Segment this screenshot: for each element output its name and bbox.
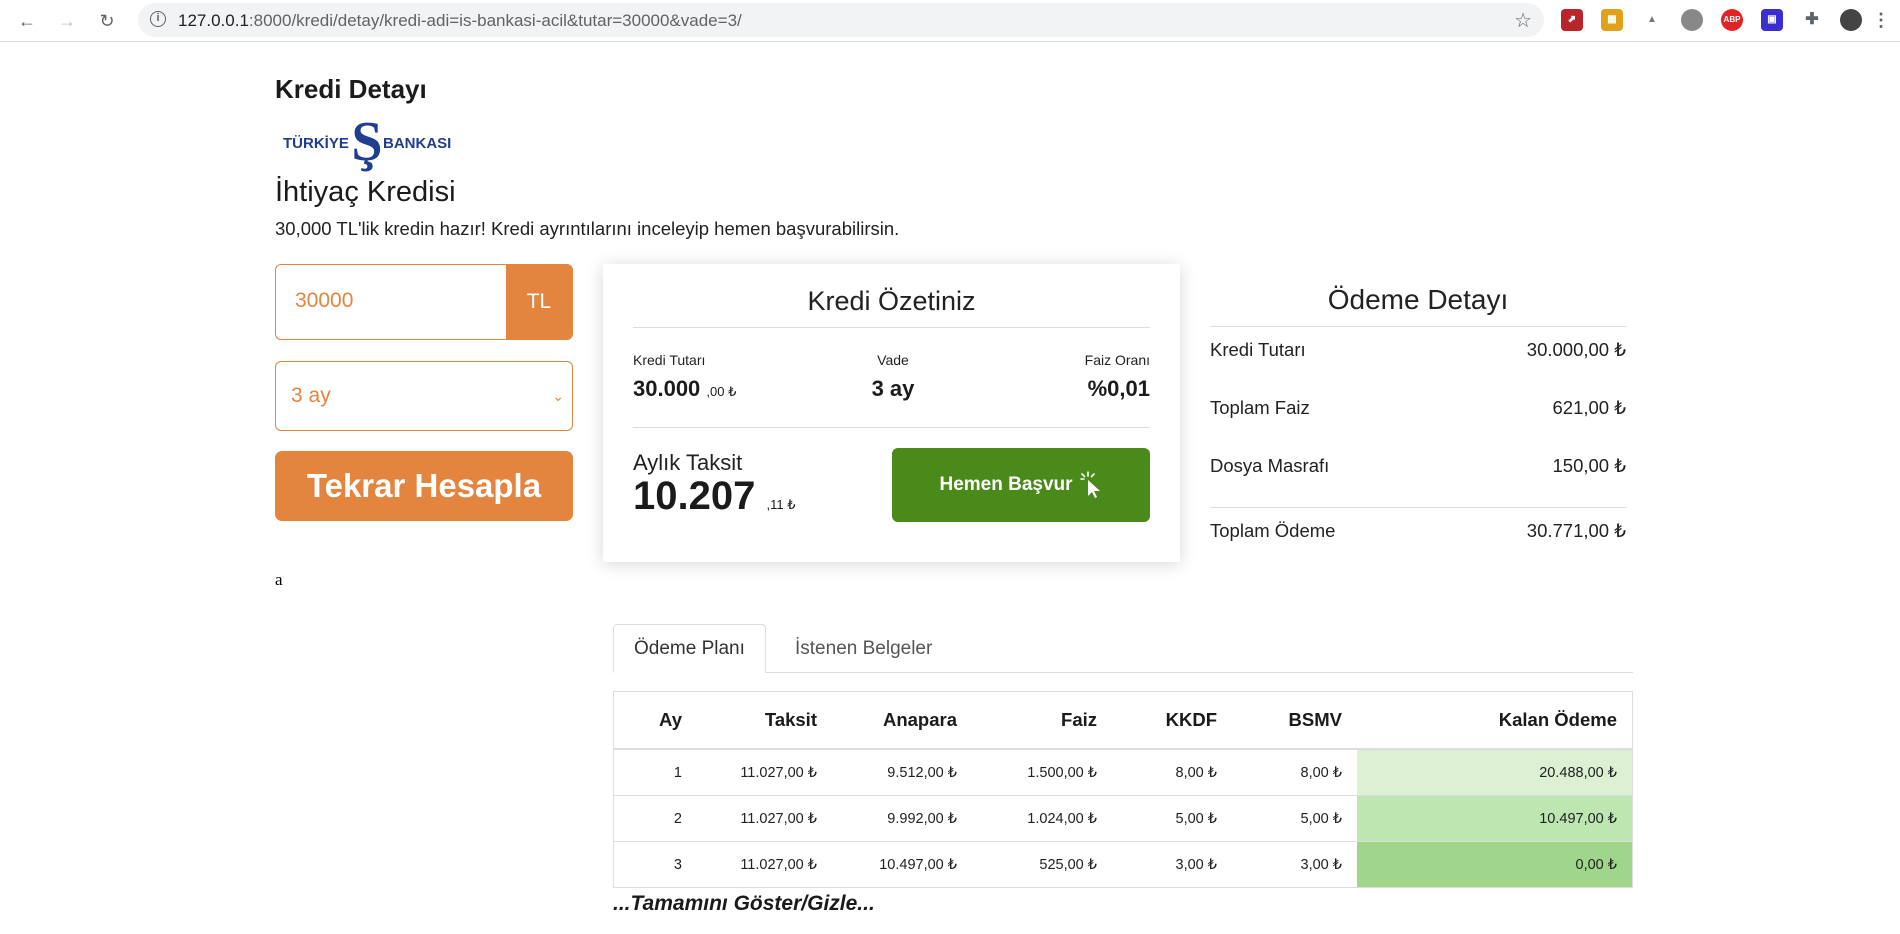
bank-logo-left-text: TÜRKİYE	[283, 135, 349, 152]
term-select[interactable]: 3 ay ⌄	[275, 361, 573, 431]
extension-icon-2[interactable]: ▦	[1601, 9, 1623, 31]
table-header-row: Ay Taksit Anapara Faiz KKDF BSMV Kalan Ö…	[613, 691, 1633, 750]
reload-icon[interactable]: ↻	[94, 8, 120, 34]
col-bsmv: BSMV	[1232, 691, 1357, 750]
show-hide-all-link[interactable]: ...Tamamını Göster/Gizle...	[613, 892, 875, 916]
col-installment: Taksit	[697, 691, 832, 750]
menu-icon[interactable]: ⋮	[1872, 9, 1890, 31]
col-month: Ay	[613, 691, 697, 750]
cell-bsmv: 3,00 ₺	[1232, 841, 1357, 888]
cell-principal: 10.497,00 ₺	[832, 841, 972, 888]
back-icon[interactable]: ←	[14, 8, 40, 34]
tab-required-documents[interactable]: İstenen Belgeler	[775, 624, 952, 673]
site-info-icon[interactable]: i	[150, 11, 166, 27]
bookmark-star-icon[interactable]: ☆	[1514, 8, 1532, 33]
payment-row-loan-amount: Kredi Tutarı 30.000,00 ₺	[1210, 339, 1626, 360]
cell-installment: 11.027,00 ₺	[697, 795, 832, 842]
cell-interest: 1.500,00 ₺	[972, 748, 1112, 796]
cell-remaining: 0,00 ₺	[1357, 841, 1633, 888]
summary-rate: %0,01	[1087, 376, 1150, 401]
cell-kkdf: 5,00 ₺	[1112, 795, 1232, 842]
url-text[interactable]: 127.0.0.1:8000/kredi/detay/kredi-adi=is-…	[178, 11, 742, 31]
bank-logo-right-text: BANKASI	[383, 135, 451, 152]
stray-text: a	[275, 570, 283, 589]
cell-principal: 9.992,00 ₺	[832, 795, 972, 842]
extension-icon-1[interactable]: ⬈	[1561, 9, 1583, 31]
cell-month: 2	[613, 795, 697, 842]
payment-row-total-payment: Toplam Ödeme 30.771,00 ₺	[1210, 520, 1626, 541]
summary-amount: 30.000 ,00 ₺	[633, 376, 737, 401]
extension-icon-5[interactable]: ▣	[1761, 9, 1783, 31]
cell-month: 3	[613, 841, 697, 888]
summary-term-label: Vade	[877, 352, 909, 368]
extension-icon-3[interactable]: ▲	[1641, 9, 1663, 31]
monthly-installment-value: 10.207 ,11 ₺	[633, 474, 796, 518]
apply-now-button[interactable]: Hemen Başvur	[892, 448, 1150, 522]
table-row: 2 11.027,00 ₺ 9.992,00 ₺ 1.024,00 ₺ 5,00…	[613, 795, 1633, 842]
profile-avatar[interactable]	[1840, 9, 1862, 31]
table-row: 1 11.027,00 ₺ 9.512,00 ₺ 1.500,00 ₺ 8,00…	[613, 748, 1633, 796]
puzzle-icon[interactable]: ✚	[1801, 9, 1823, 31]
click-cursor-icon	[1079, 471, 1100, 498]
extension-icon-4[interactable]	[1681, 9, 1703, 31]
svg-text:Ş: Ş	[351, 112, 382, 172]
cell-month: 1	[613, 748, 697, 796]
payment-plan-table: Ay Taksit Anapara Faiz KKDF BSMV Kalan Ö…	[613, 691, 1633, 888]
term-selected-value: 3 ay	[291, 384, 331, 407]
col-kkdf: KKDF	[1112, 691, 1232, 750]
payment-row-file-fee: Dosya Masrafı 150,00 ₺	[1210, 455, 1626, 476]
summary-term: 3 ay	[871, 376, 915, 401]
col-remaining: Kalan Ödeme	[1357, 691, 1633, 750]
page-title: Kredi Detayı	[275, 74, 427, 104]
cell-kkdf: 3,00 ₺	[1112, 841, 1232, 888]
chevron-down-icon: ⌄	[552, 388, 564, 404]
loan-type-title: İhtiyaç Kredisi	[275, 176, 456, 208]
col-principal: Anapara	[832, 691, 972, 750]
bank-logo: TÜRKİYE Ş BANKASI	[283, 112, 451, 172]
currency-addon: TL	[506, 265, 572, 339]
payment-detail-divider	[1210, 507, 1626, 508]
col-interest: Faiz	[972, 691, 1112, 750]
cell-kkdf: 8,00 ₺	[1112, 748, 1232, 796]
payment-detail-title: Ödeme Detayı	[1210, 284, 1626, 327]
monthly-installment-label: Aylık Taksit	[633, 450, 743, 475]
cell-bsmv: 8,00 ₺	[1232, 748, 1357, 796]
summary-amount-label: Kredi Tutarı	[633, 352, 706, 368]
tabs-baseline	[613, 672, 1633, 673]
table-row: 3 11.027,00 ₺ 10.497,00 ₺ 525,00 ₺ 3,00 …	[613, 841, 1633, 888]
adblock-icon[interactable]: ABP	[1721, 9, 1743, 31]
amount-input[interactable]: 30000 TL	[275, 264, 573, 340]
cell-installment: 11.027,00 ₺	[697, 841, 832, 888]
recalculate-button[interactable]: Tekrar Hesapla	[275, 451, 573, 521]
summary-rate-label: Faiz Oranı	[1084, 352, 1150, 368]
cell-principal: 9.512,00 ₺	[832, 748, 972, 796]
cell-installment: 11.027,00 ₺	[697, 748, 832, 796]
tab-payment-plan[interactable]: Ödeme Planı	[613, 624, 766, 673]
cell-interest: 525,00 ₺	[972, 841, 1112, 888]
cell-interest: 1.024,00 ₺	[972, 795, 1112, 842]
loan-description: 30,000 TL'lik kredin hazır! Kredi ayrınt…	[275, 218, 900, 239]
loan-summary-card: Kredi Özetiniz Kredi Tutarı 30.000 ,00 ₺…	[603, 264, 1180, 562]
amount-value: 30000	[295, 289, 354, 312]
cell-remaining: 20.488,00 ₺	[1357, 748, 1633, 796]
address-bar[interactable]: i 127.0.0.1:8000/kredi/detay/kredi-adi=i…	[138, 3, 1544, 37]
forward-icon[interactable]: →	[54, 8, 80, 34]
browser-toolbar: ← → ↻ i 127.0.0.1:8000/kredi/detay/kredi…	[0, 0, 1900, 42]
cell-bsmv: 5,00 ₺	[1232, 795, 1357, 842]
summary-title: Kredi Özetiniz	[633, 286, 1150, 328]
payment-row-total-interest: Toplam Faiz 621,00 ₺	[1210, 397, 1626, 418]
summary-divider	[633, 427, 1150, 428]
cell-remaining: 10.497,00 ₺	[1357, 795, 1633, 842]
